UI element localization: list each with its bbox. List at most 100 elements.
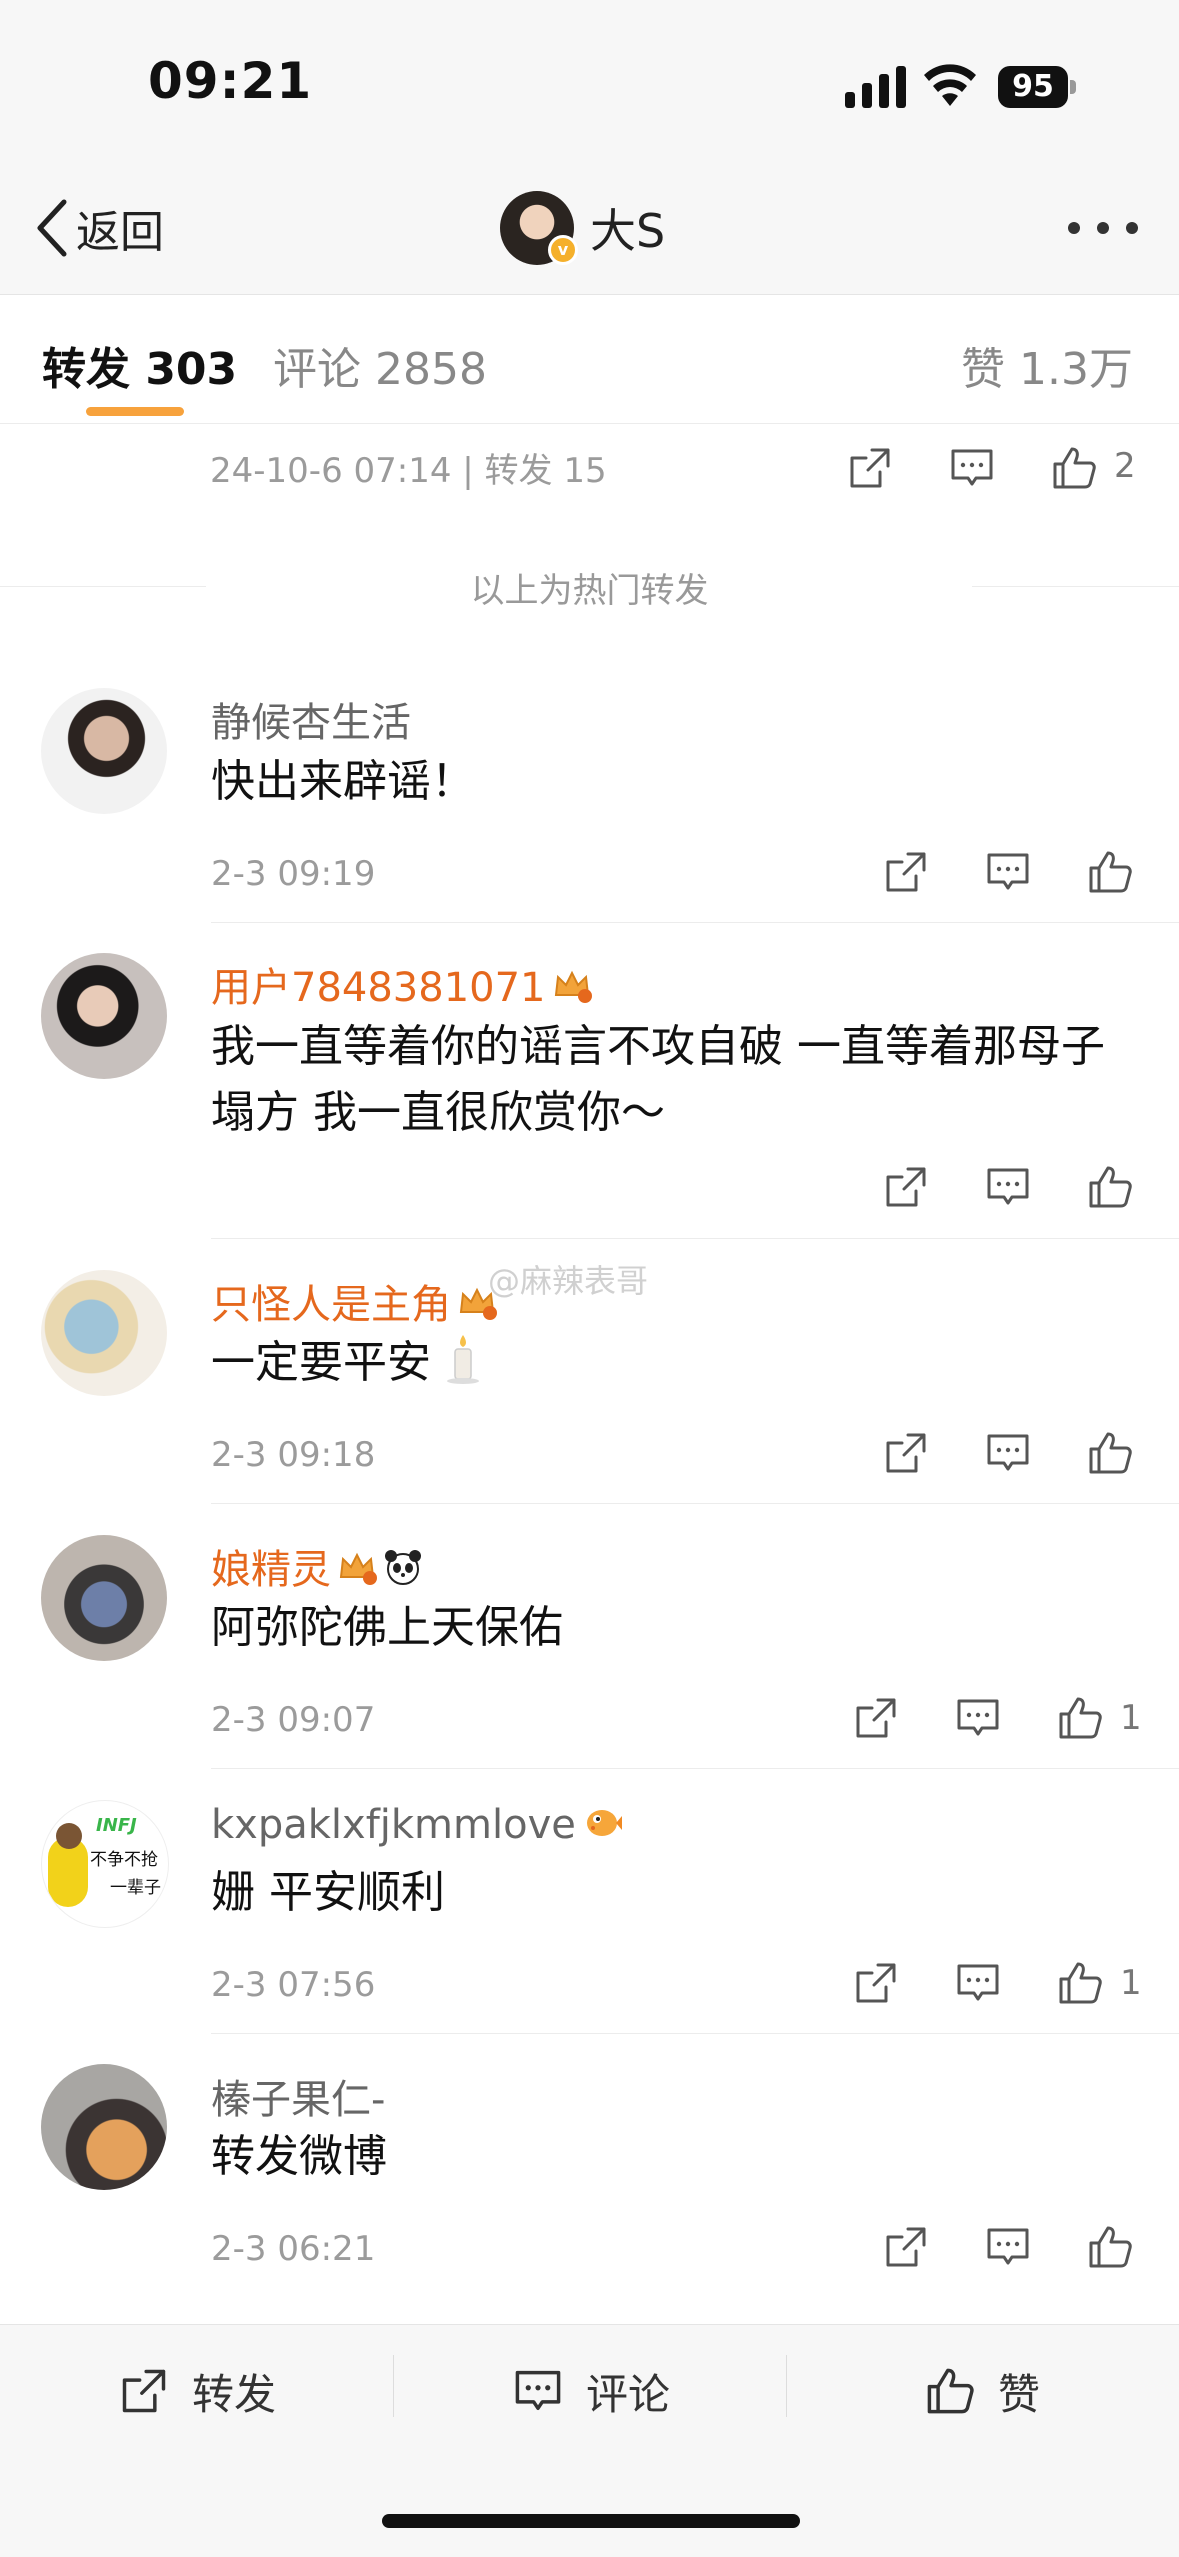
like-count: 1 [1120, 1698, 1142, 1738]
timestamp: 2-3 07:56 [211, 1965, 376, 2005]
comment-icon [987, 853, 1029, 890]
watermark: @麻辣表哥 [488, 1262, 649, 1300]
username[interactable]: 用户7848381071 [211, 955, 592, 1013]
comment-action-button[interactable] [984, 1429, 1032, 1477]
avatar[interactable] [41, 2064, 167, 2190]
tab-likes[interactable]: 赞 1.3万 [961, 333, 1133, 397]
timestamp: 2-3 06:21 [211, 2229, 376, 2269]
profile-header[interactable]: v 大S [500, 190, 665, 266]
like-action-button[interactable] [1086, 2223, 1134, 2271]
divider [393, 2355, 394, 2417]
divider [786, 2355, 787, 2417]
comment-action-button[interactable] [954, 1959, 1002, 2007]
avatar-text: 不争不抢 [90, 1850, 158, 1870]
ellipsis-icon [1068, 222, 1080, 234]
pufferfish-icon [586, 1810, 622, 1836]
thumbs-up-icon [1089, 1432, 1132, 1474]
like-action-button[interactable] [1056, 1694, 1104, 1742]
repost-action-button[interactable] [882, 1163, 930, 1211]
username[interactable]: kxpaklxfjkmmlove [211, 1802, 622, 1848]
avatar-text: 一辈子 [110, 1878, 161, 1898]
battery-level: 95 [998, 66, 1068, 108]
like-button[interactable]: 赞 [924, 2361, 1040, 2421]
comment-button[interactable]: 评论 [512, 2361, 670, 2421]
home-indicator[interactable] [382, 2514, 800, 2528]
thumbs-up-icon [1053, 447, 1096, 489]
comment-icon [987, 2228, 1029, 2265]
back-label: 返回 [76, 207, 164, 258]
thumbs-up-icon [1059, 1697, 1102, 1739]
repost-action-button[interactable] [882, 2223, 930, 2271]
repost-action-button[interactable] [846, 444, 894, 492]
share-icon [886, 852, 926, 892]
avatar[interactable] [41, 953, 167, 1079]
repost-action-button[interactable] [852, 1959, 900, 2007]
repost-button[interactable]: 转发 [118, 2361, 276, 2421]
timestamp: 2-3 09:07 [211, 1700, 376, 1740]
username[interactable]: 榛子果仁- [211, 2067, 385, 2125]
thumbs-up-icon [927, 2368, 974, 2414]
avatar[interactable] [41, 1535, 167, 1661]
tab-bar: 转发 303 评论 2858 赞 1.3万 [0, 295, 1179, 424]
panda-icon [385, 1550, 421, 1585]
avatar[interactable] [41, 1270, 167, 1396]
timestamp: 2-3 09:18 [211, 1435, 376, 1475]
vip-crown-icon [554, 970, 592, 1003]
like-count: 1 [1120, 1963, 1142, 2003]
vip-crown-icon [339, 1552, 377, 1585]
comment-text: 转发微博 [211, 2131, 387, 2182]
username-text: kxpaklxfjkmmlove [211, 1802, 576, 1848]
comment-action-button[interactable] [984, 2223, 1032, 2271]
share-icon [886, 1433, 926, 1473]
like-action-button[interactable] [1050, 444, 1098, 492]
avatar-text: INFJ [96, 1815, 137, 1836]
active-tab-indicator [86, 407, 184, 416]
avatar[interactable]: INFJ 不争不抢 一辈子 [41, 1800, 169, 1928]
comment-text-value: 一定要平安 [211, 1337, 431, 1388]
comment-action-button[interactable] [954, 1694, 1002, 1742]
like-action-button[interactable] [1086, 1429, 1134, 1477]
like-action-button[interactable] [1086, 1163, 1134, 1211]
timestamp: 2-3 09:19 [211, 854, 376, 894]
repost-action-button[interactable] [852, 1694, 900, 1742]
author-name: 大S [590, 204, 666, 258]
back-button[interactable]: 返回 [34, 198, 164, 258]
repost-action-button[interactable] [882, 848, 930, 896]
wifi-icon [924, 64, 976, 106]
comment-text: 快出来辟谣！ [211, 756, 475, 807]
share-icon [856, 1963, 896, 2003]
divider [211, 922, 1179, 923]
chevron-left-icon [37, 199, 67, 257]
comment-icon [987, 1168, 1029, 1205]
username[interactable]: 娘精灵 [211, 1537, 423, 1595]
repost-button-label: 转发 [192, 2369, 277, 2419]
thumbs-up-icon [1089, 851, 1132, 893]
status-time: 09:21 [148, 52, 313, 110]
tab-comments[interactable]: 评论 2858 [273, 333, 487, 397]
thumbs-up-icon [1089, 2226, 1132, 2268]
like-action-button[interactable] [1086, 848, 1134, 896]
like-action-button[interactable] [1056, 1959, 1104, 2007]
comment-action-button[interactable] [984, 1163, 1032, 1211]
vip-crown-icon [459, 1287, 497, 1320]
username-text: 娘精灵 [211, 1547, 331, 1593]
more-options-button[interactable] [1068, 216, 1138, 240]
cellular-signal-icon [845, 66, 906, 108]
comment-text: 阿弥陀佛上天保佑 [211, 1602, 563, 1653]
username[interactable]: 静候杏生活 [211, 690, 411, 748]
avatar[interactable] [41, 688, 167, 814]
comment-text: 姗 平安顺利 [211, 1867, 445, 1918]
divider [211, 1503, 1179, 1504]
username[interactable]: 只怪人是主角 [211, 1272, 497, 1330]
comment-text: 我一直等着你的谣言不攻自破 一直等着那母子塌方 我一直很欣赏你～ [211, 1021, 1105, 1138]
comment-action-button[interactable] [984, 848, 1032, 896]
share-icon [850, 448, 890, 488]
share-icon [856, 1698, 896, 1738]
tab-reposts[interactable]: 转发 303 [42, 333, 237, 397]
comment-icon [957, 1964, 999, 2001]
author-avatar[interactable]: v [500, 191, 578, 265]
comment-icon [957, 1699, 999, 1736]
repost-action-button[interactable] [882, 1429, 930, 1477]
candle-icon [447, 1335, 479, 1384]
comment-action-button[interactable] [948, 444, 996, 492]
